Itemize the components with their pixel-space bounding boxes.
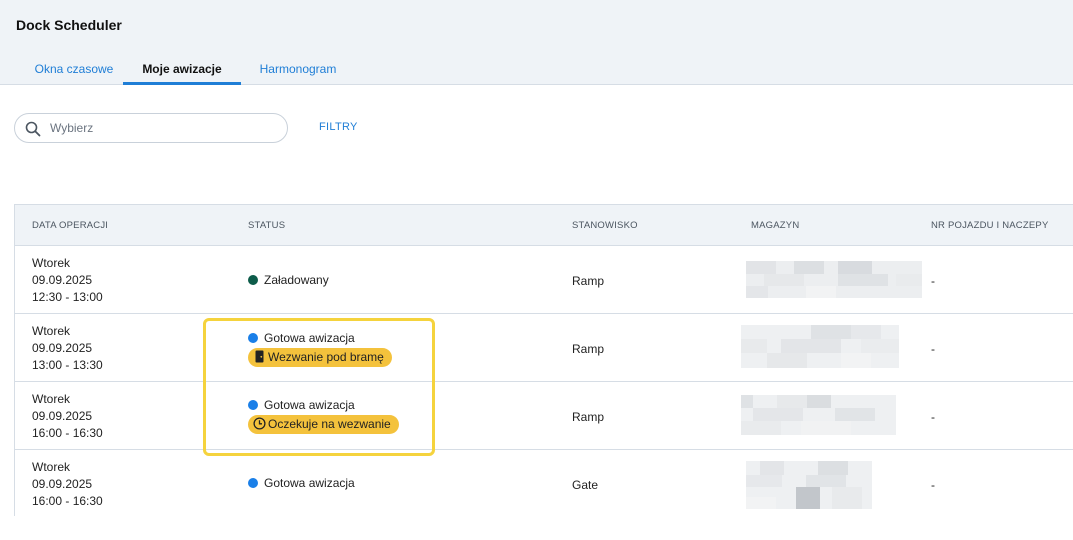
station: Gate: [572, 478, 599, 492]
station: Ramp: [572, 410, 605, 424]
status: Gotowa awizacja: [248, 398, 355, 412]
status-dot: [248, 400, 258, 410]
column-header-station[interactable]: STANOWISKO: [572, 220, 638, 231]
column-header-vehicle[interactable]: NR POJAZDU I NACZEPY: [931, 220, 1049, 231]
status-badge: Oczekuje na wezwanie: [248, 415, 399, 434]
filters-button[interactable]: FILTRY: [319, 121, 358, 133]
redacted-warehouse: [741, 325, 899, 368]
table-row[interactable]: Wtorek 09.09.2025 13:00 - 13:30 Gotowa a…: [15, 314, 1073, 382]
status-dot: [248, 478, 258, 488]
clock-icon: [253, 417, 266, 430]
redacted-warehouse: [746, 261, 922, 298]
status-badge: Wezwanie pod bramę: [248, 348, 392, 367]
column-header-date[interactable]: DATA OPERACJI: [32, 220, 108, 231]
table-row[interactable]: Wtorek 09.09.2025 16:00 - 16:30 Gotowa a…: [15, 450, 1073, 518]
operation-date: Wtorek 09.09.2025 16:00 - 16:30: [32, 460, 103, 508]
column-header-status[interactable]: STATUS: [248, 220, 285, 231]
station: Ramp: [572, 274, 605, 288]
search-box[interactable]: [14, 113, 288, 143]
vehicle-number: -: [931, 342, 935, 356]
redacted-warehouse: [746, 461, 872, 509]
operation-date: Wtorek 09.09.2025 12:30 - 13:00: [32, 256, 103, 304]
redacted-warehouse: [741, 395, 896, 435]
operation-date: Wtorek 09.09.2025 13:00 - 13:30: [32, 324, 103, 372]
tab-okna-czasowe[interactable]: Okna czasowe: [29, 52, 119, 84]
status: Gotowa awizacja: [248, 476, 355, 490]
status: Załadowany: [248, 273, 329, 287]
tab-harmonogram[interactable]: Harmonogram: [252, 52, 344, 84]
operation-date: Wtorek 09.09.2025 16:00 - 16:30: [32, 392, 103, 440]
column-header-warehouse[interactable]: MAGAZYN: [751, 220, 799, 231]
vehicle-number: -: [931, 478, 935, 492]
table-row[interactable]: Wtorek 09.09.2025 12:30 - 13:00 Załadowa…: [15, 246, 1073, 314]
status-dot: [248, 333, 258, 343]
vehicle-number: -: [931, 410, 935, 424]
search-icon: [25, 121, 41, 137]
notifications-table: DATA OPERACJI STATUS STANOWISKO MAGAZYN …: [14, 204, 1073, 518]
top-bar: Dock Scheduler Okna czasowe Moje awizacj…: [0, 0, 1073, 85]
table-row[interactable]: Wtorek 09.09.2025 16:00 - 16:30 Gotowa a…: [15, 382, 1073, 450]
active-tab-indicator: [123, 82, 241, 85]
status: Gotowa awizacja: [248, 331, 355, 345]
search-input[interactable]: [50, 119, 275, 137]
tab-moje-awizacje[interactable]: Moje awizacje: [123, 52, 241, 84]
app-title: Dock Scheduler: [16, 17, 122, 33]
table-header: DATA OPERACJI STATUS STANOWISKO MAGAZYN …: [15, 205, 1073, 246]
vehicle-number: -: [931, 274, 935, 288]
station: Ramp: [572, 342, 605, 356]
status-dot: [248, 275, 258, 285]
door-icon: [255, 350, 264, 363]
